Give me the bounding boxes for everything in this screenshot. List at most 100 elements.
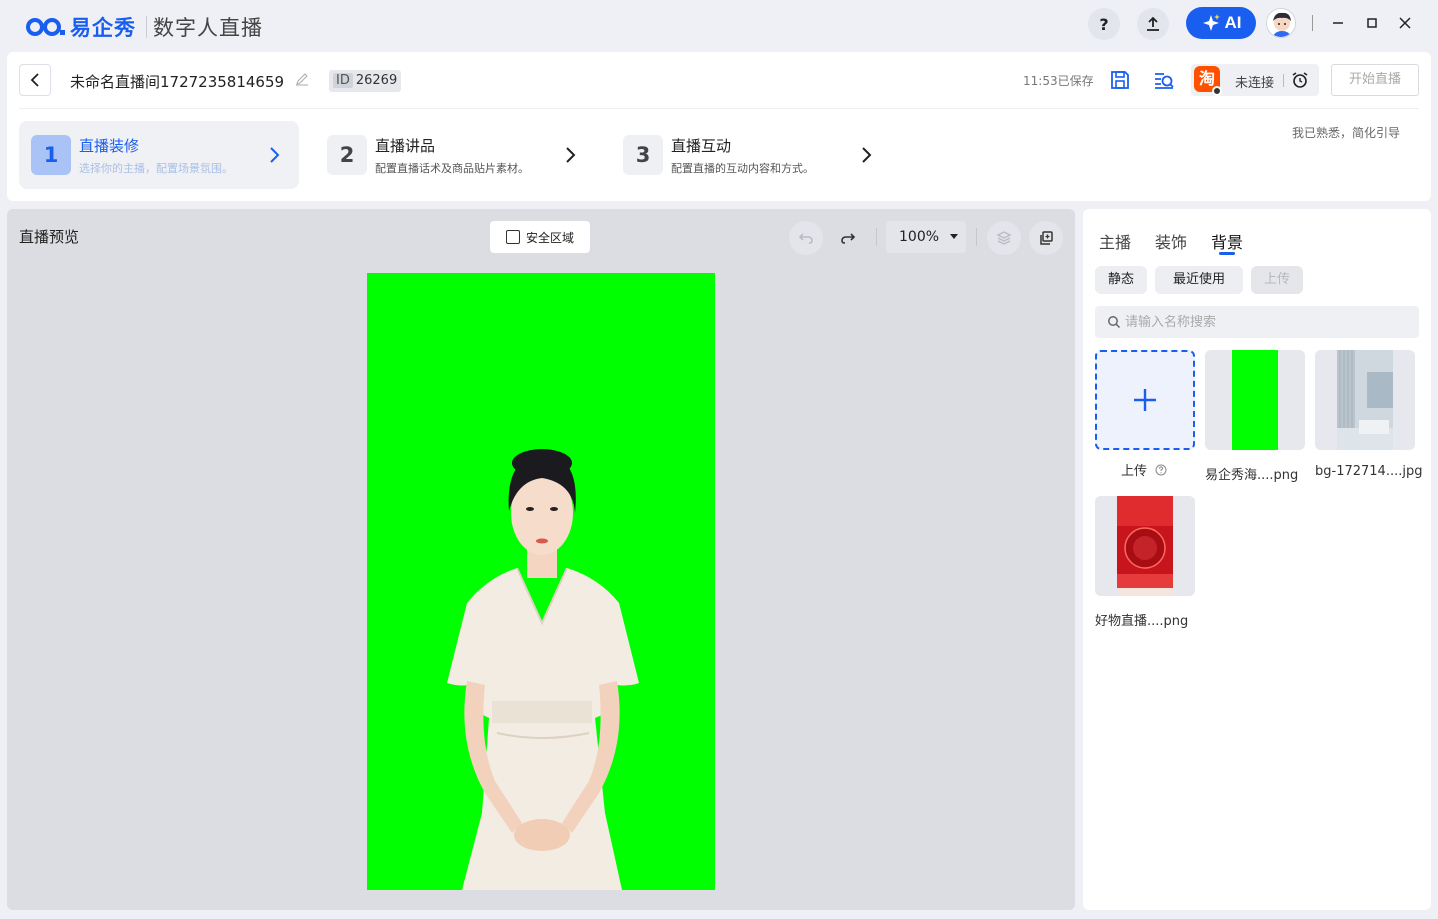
start-live-button[interactable]: 开始直播 [1331, 64, 1419, 96]
filter-upload[interactable]: 上传 [1251, 266, 1303, 294]
header-divider [19, 108, 1419, 109]
step-interaction[interactable]: 3 直播互动 配置直播的互动内容和方式。 [611, 121, 881, 189]
toolbar-divider [976, 228, 977, 246]
redo-icon [841, 233, 856, 244]
asset-label: bg-172714....jpg [1315, 464, 1423, 479]
tab-decoration[interactable]: 装饰 [1155, 229, 1187, 253]
id-value: 26269 [355, 73, 398, 88]
toolbar-divider [876, 228, 877, 246]
app-logo: 易企秀 数字人直播 [24, 12, 263, 42]
digital-presenter-image[interactable] [367, 273, 715, 890]
step-title: 直播互动 [671, 137, 732, 155]
logo-divider [146, 16, 147, 38]
help-button[interactable]: ? [1088, 8, 1120, 40]
zoom-value: 100% [899, 229, 940, 245]
maximize-button[interactable] [1362, 12, 1382, 34]
search-icon [1108, 316, 1121, 329]
save-icon[interactable] [1108, 68, 1132, 92]
live-preview-panel: 直播预览 安全区域 100% [7, 209, 1075, 910]
minimize-icon [1333, 22, 1343, 24]
live-canvas[interactable] [367, 273, 715, 890]
asset-tile[interactable] [1315, 350, 1415, 450]
chevron-right-icon [566, 147, 576, 163]
upload-icon [1147, 16, 1159, 31]
duplicate-button[interactable] [1029, 221, 1063, 255]
step-products[interactable]: 2 直播讲品 配置直播话术及商品贴片素材。 [315, 121, 585, 189]
tab-anchor[interactable]: 主播 [1099, 229, 1131, 253]
maximize-icon [1367, 18, 1377, 28]
step-description: 配置直播话术及商品贴片素材。 [375, 162, 529, 175]
step-decorate[interactable]: 1 直播装修 选择你的主播，配置场景氛围。 [19, 121, 299, 189]
id-key: ID [333, 73, 353, 88]
asset-panel: 主播 装饰 背景 静态 最近使用 上传 上传 易企秀海....png [1083, 209, 1431, 910]
tab-background[interactable]: 背景 [1211, 229, 1243, 253]
ai-button[interactable]: AI [1186, 7, 1256, 39]
step-title: 直播装修 [79, 137, 140, 155]
infinity-logo-icon [26, 18, 65, 36]
filter-recent[interactable]: 最近使用 [1155, 266, 1243, 294]
preview-search-icon[interactable] [1152, 68, 1176, 92]
simplify-guide-link[interactable]: 我已熟悉，简化引导 [1292, 124, 1400, 141]
connection-divider [1283, 74, 1284, 87]
preview-title: 直播预览 [19, 228, 80, 246]
filter-static[interactable]: 静态 [1095, 266, 1147, 294]
studio-room-thumbnail [1315, 350, 1415, 450]
copy-icon [1040, 231, 1053, 245]
upload-label: 上传 [1121, 460, 1167, 479]
upload-export-button[interactable] [1137, 8, 1169, 40]
caret-down-icon [950, 234, 959, 239]
step-description: 配置直播的互动内容和方式。 [671, 162, 814, 175]
step-description: 选择你的主播，配置场景氛围。 [79, 162, 233, 175]
active-tab-indicator [1219, 252, 1235, 255]
close-button[interactable] [1395, 12, 1415, 34]
avatar-icon [1267, 9, 1295, 37]
ai-label: AI [1224, 13, 1242, 32]
product-name: 数字人直播 [153, 16, 263, 40]
chevron-right-icon [862, 147, 872, 163]
room-title: 未命名直播间1727235814659 [70, 73, 285, 91]
search-input[interactable] [1125, 306, 1405, 338]
help-circle-icon[interactable] [1155, 464, 1167, 476]
save-status: 11:53已保存 [1023, 74, 1094, 88]
asset-label: 易企秀海....png [1205, 468, 1299, 483]
close-icon [1399, 17, 1411, 29]
header-card: 未命名直播间1727235814659 ID 26269 11:53已保存 淘 未… [7, 52, 1431, 201]
brand-name: 易企秀 [70, 16, 136, 40]
sparkle-icon [1202, 14, 1220, 31]
minimize-button[interactable] [1328, 12, 1348, 34]
window-controls-divider [1312, 15, 1313, 31]
help-icon: ? [1099, 14, 1109, 34]
upload-text: 上传 [1121, 464, 1148, 479]
safe-zone-checkbox[interactable] [505, 230, 520, 244]
undo-icon [798, 233, 813, 244]
alarm-clock-icon[interactable] [1291, 71, 1309, 89]
step-number: 3 [623, 135, 663, 175]
user-avatar[interactable] [1266, 8, 1296, 38]
asset-tile[interactable] [1095, 496, 1195, 596]
connection-dot-icon [1212, 86, 1222, 96]
title-bar: 易企秀 数字人直播 ? AI [0, 0, 1438, 50]
room-id-badge: ID 26269 [329, 70, 402, 92]
redo-button[interactable] [831, 221, 865, 255]
safe-zone-label: 安全区域 [525, 230, 574, 245]
upload-tile[interactable] [1095, 350, 1195, 450]
search-box[interactable] [1095, 306, 1419, 338]
layers-button[interactable] [987, 221, 1021, 255]
step-number: 2 [327, 135, 367, 175]
green-screen-thumbnail [1205, 350, 1305, 450]
asset-tile[interactable] [1205, 350, 1305, 450]
red-stage-thumbnail [1095, 496, 1195, 596]
safe-zone-toggle[interactable]: 安全区域 [490, 221, 590, 253]
layers-icon [996, 231, 1012, 245]
asset-label: 好物直播....png [1095, 614, 1189, 629]
back-button[interactable] [19, 64, 51, 96]
chevron-left-icon [30, 73, 39, 87]
platform-connection[interactable]: 淘 未连接 [1191, 64, 1319, 96]
connection-status: 未连接 [1235, 76, 1275, 91]
undo-button[interactable] [789, 221, 823, 255]
plus-icon [1134, 389, 1156, 411]
zoom-select[interactable]: 100% [886, 221, 966, 253]
chevron-right-icon [270, 147, 280, 163]
edit-pencil-icon[interactable] [295, 72, 309, 86]
step-number: 1 [31, 135, 71, 175]
